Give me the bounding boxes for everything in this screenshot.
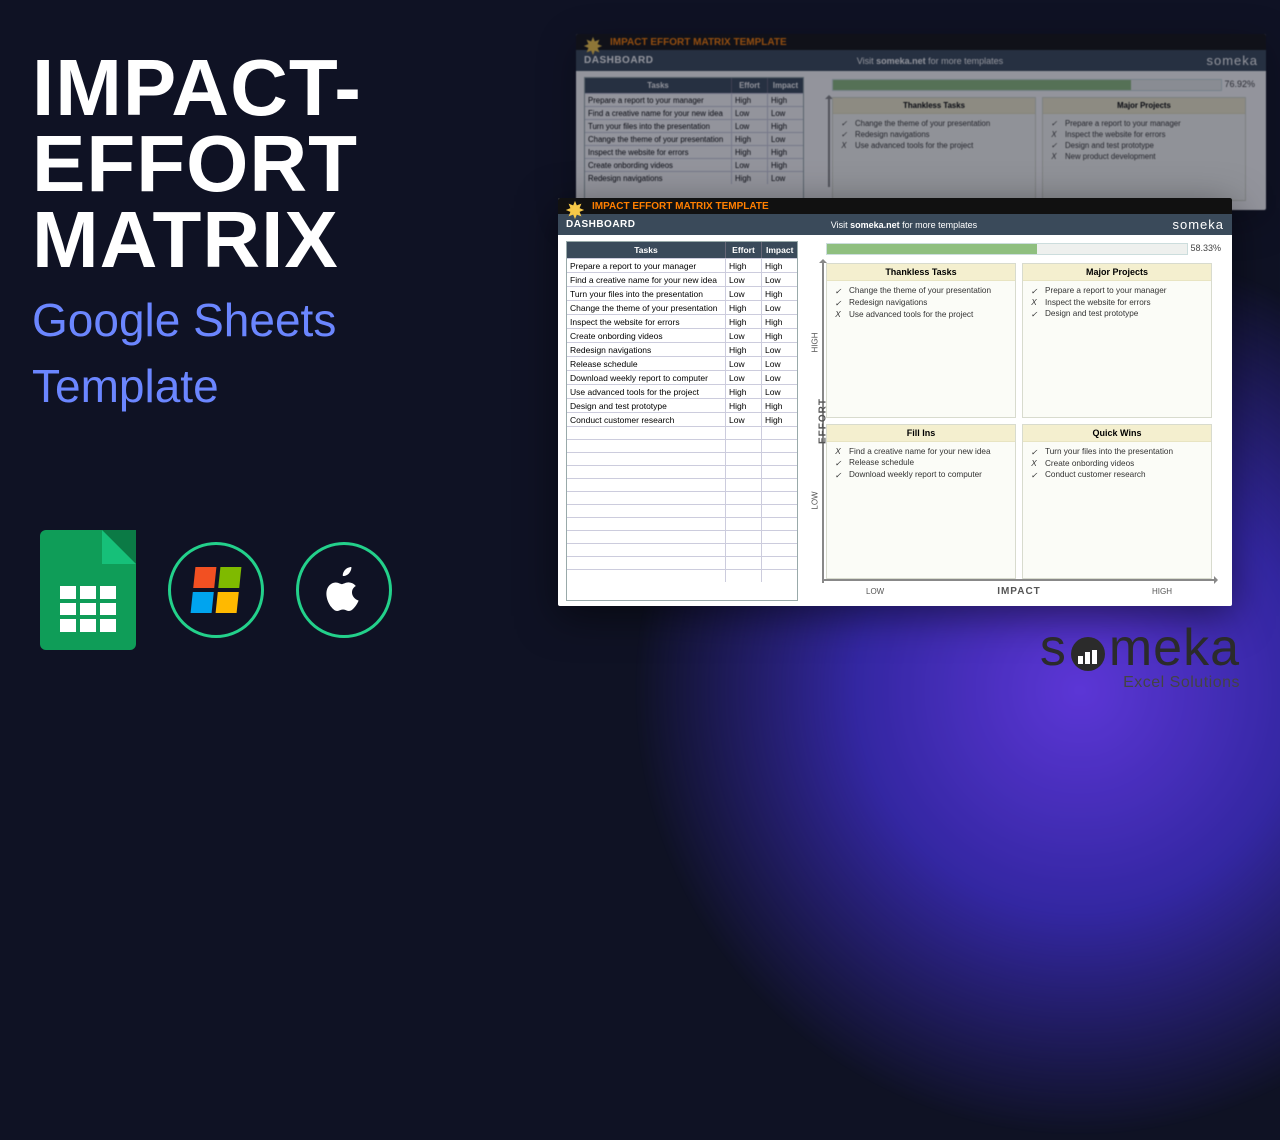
quad-fillins: Fill Ins XFind a creative name for your … xyxy=(826,424,1016,579)
someka-logo-mini: someka xyxy=(1172,217,1224,232)
table-row[interactable]: Inspect the website for errorsHighHigh xyxy=(567,314,797,328)
axis-x: LOW IMPACT HIGH xyxy=(826,581,1212,601)
table-row-empty[interactable] xyxy=(567,439,797,452)
table-row[interactable]: Redesign navigationsHighLow xyxy=(585,171,803,184)
axis-low-x: LOW xyxy=(866,587,884,596)
brand-tagline: Excel Solutions xyxy=(1040,674,1240,692)
table-row-empty[interactable] xyxy=(567,569,797,582)
table-row[interactable]: Change the theme of your presentationHig… xyxy=(567,300,797,314)
table-row-empty[interactable] xyxy=(567,491,797,504)
table-row[interactable]: Conduct customer researchLowHigh xyxy=(567,412,797,426)
brand-block: smeka Excel Solutions xyxy=(1040,618,1240,692)
table-row-empty[interactable] xyxy=(567,556,797,569)
brand-dot-icon xyxy=(1071,637,1105,671)
subtitle-line-1: Google Sheets xyxy=(32,296,362,344)
list-item: ✓Release schedule xyxy=(833,457,1009,469)
table-row[interactable]: Download weekly report to computerLowLow xyxy=(567,370,797,384)
list-item: XCreate onbording videos xyxy=(1029,458,1205,469)
progress-bar-back: 76.92% xyxy=(832,79,1222,91)
axis-high-x: HIGH xyxy=(1152,587,1172,596)
table-row[interactable]: Use advanced tools for the projectHighLo… xyxy=(567,384,797,398)
task-table-back: Tasks Effort Impact Prepare a report to … xyxy=(584,77,804,205)
progress-value: 58.33% xyxy=(1190,243,1221,253)
table-row[interactable]: Redesign navigationsHighLow xyxy=(567,342,797,356)
table-row[interactable]: Find a creative name for your new ideaLo… xyxy=(567,272,797,286)
axis-y: HIGH EFFORT LOW xyxy=(806,263,824,579)
template-title-back: IMPACT EFFORT MATRIX TEMPLATE xyxy=(610,37,787,48)
col-effort: Effort xyxy=(725,242,761,258)
list-item: ✓Redesign navigations xyxy=(833,297,1009,309)
col-impact: Impact xyxy=(761,242,797,258)
google-sheets-icon xyxy=(40,530,136,650)
quad-quickwins: Quick Wins ✓Turn your files into the pre… xyxy=(1022,424,1212,579)
table-row-empty[interactable] xyxy=(567,426,797,439)
table-row[interactable]: Find a creative name for your new ideaLo… xyxy=(585,106,803,119)
table-row-empty[interactable] xyxy=(567,530,797,543)
table-row[interactable]: Inspect the website for errorsHighHigh xyxy=(585,145,803,158)
table-row[interactable]: Turn your files into the presentationLow… xyxy=(585,119,803,132)
table-row-empty[interactable] xyxy=(567,543,797,556)
axis-high-y: HIGH xyxy=(811,332,820,352)
title-line-2: EFFORT xyxy=(32,126,362,202)
table-row[interactable]: Change the theme of your presentationHig… xyxy=(585,132,803,145)
list-item: ✓Redesign navigations xyxy=(839,129,1029,140)
table-row[interactable]: Release scheduleLowLow xyxy=(567,356,797,370)
matrix-area: 58.33% HIGH EFFORT LOW Thankless Tasks ✓… xyxy=(808,241,1224,601)
title-line-3: MATRIX xyxy=(32,202,362,278)
table-row[interactable]: Prepare a report to your managerHighHigh xyxy=(585,93,803,106)
list-item: ✓Prepare a report to your manager xyxy=(1049,118,1239,129)
windows-icon xyxy=(168,542,264,638)
visit-text-back: Visit someka.net for more templates xyxy=(857,56,1003,66)
fleur-icon xyxy=(582,35,604,57)
list-item: XNew product development xyxy=(1049,151,1239,162)
table-row-empty[interactable] xyxy=(567,517,797,530)
list-item: XUse advanced tools for the project xyxy=(839,140,1029,151)
brand-name: smeka xyxy=(1040,618,1240,678)
quad-thankless: Thankless Tasks ✓Change the theme of you… xyxy=(826,263,1016,418)
task-table[interactable]: Tasks Effort Impact Prepare a report to … xyxy=(566,241,798,601)
table-row[interactable]: Create onbording videosLowHigh xyxy=(585,158,803,171)
table-row-empty[interactable] xyxy=(567,478,797,491)
list-item: XUse advanced tools for the project xyxy=(833,309,1009,320)
list-item: XInspect the website for errors xyxy=(1029,297,1205,308)
col-tasks: Tasks xyxy=(567,242,725,258)
table-row[interactable]: Design and test prototypeHighHigh xyxy=(567,398,797,412)
list-item: ✓Conduct customer research xyxy=(1029,469,1205,481)
someka-logo-mini-back: someka xyxy=(1206,53,1258,68)
table-row[interactable]: Turn your files into the presentationLow… xyxy=(567,286,797,300)
template-screenshot-front: IMPACT EFFORT MATRIX TEMPLATE DASHBOARD … xyxy=(558,198,1232,606)
list-item: XInspect the website for errors xyxy=(1049,129,1239,140)
quad-major: Major Projects ✓Prepare a report to your… xyxy=(1022,263,1212,418)
list-item: ✓Prepare a report to your manager xyxy=(1029,285,1205,297)
table-row-empty[interactable] xyxy=(567,504,797,517)
progress-bar: 58.33% xyxy=(826,243,1188,255)
headline: IMPACT- EFFORT MATRIX Google Sheets Temp… xyxy=(32,50,362,411)
list-item: ✓Download weekly report to computer xyxy=(833,469,1009,481)
table-row[interactable]: Prepare a report to your managerHighHigh xyxy=(567,258,797,272)
table-row[interactable]: Create onbording videosLowHigh xyxy=(567,328,797,342)
fleur-icon xyxy=(564,199,586,221)
axis-impact-label: IMPACT xyxy=(997,586,1041,597)
quad-major-back: Major Projects ✓Prepare a report to your… xyxy=(1042,97,1246,201)
template-screenshot-back: IMPACT EFFORT MATRIX TEMPLATE DASHBOARD … xyxy=(576,34,1266,210)
axis-low-y: LOW xyxy=(811,491,820,509)
list-item: XFind a creative name for your new idea xyxy=(833,446,1009,457)
subtitle-line-2: Template xyxy=(32,362,362,410)
table-row-empty[interactable] xyxy=(567,465,797,478)
title-line-1: IMPACT- xyxy=(32,50,362,126)
list-item: ✓Change the theme of your presentation xyxy=(833,285,1009,297)
apple-icon xyxy=(296,542,392,638)
list-item: ✓Turn your files into the presentation xyxy=(1029,446,1205,458)
list-item: ✓Design and test prototype xyxy=(1049,140,1239,151)
visit-text: Visit someka.net for more templates xyxy=(831,220,977,230)
platform-icons xyxy=(40,530,392,650)
table-row-empty[interactable] xyxy=(567,452,797,465)
list-item: ✓Change the theme of your presentation xyxy=(839,118,1029,129)
quad-thankless-back: Thankless Tasks ✓Change the theme of you… xyxy=(832,97,1036,201)
progress-value-back: 76.92% xyxy=(1224,79,1255,89)
list-item: ✓Design and test prototype xyxy=(1029,308,1205,320)
template-title: IMPACT EFFORT MATRIX TEMPLATE xyxy=(592,201,769,212)
